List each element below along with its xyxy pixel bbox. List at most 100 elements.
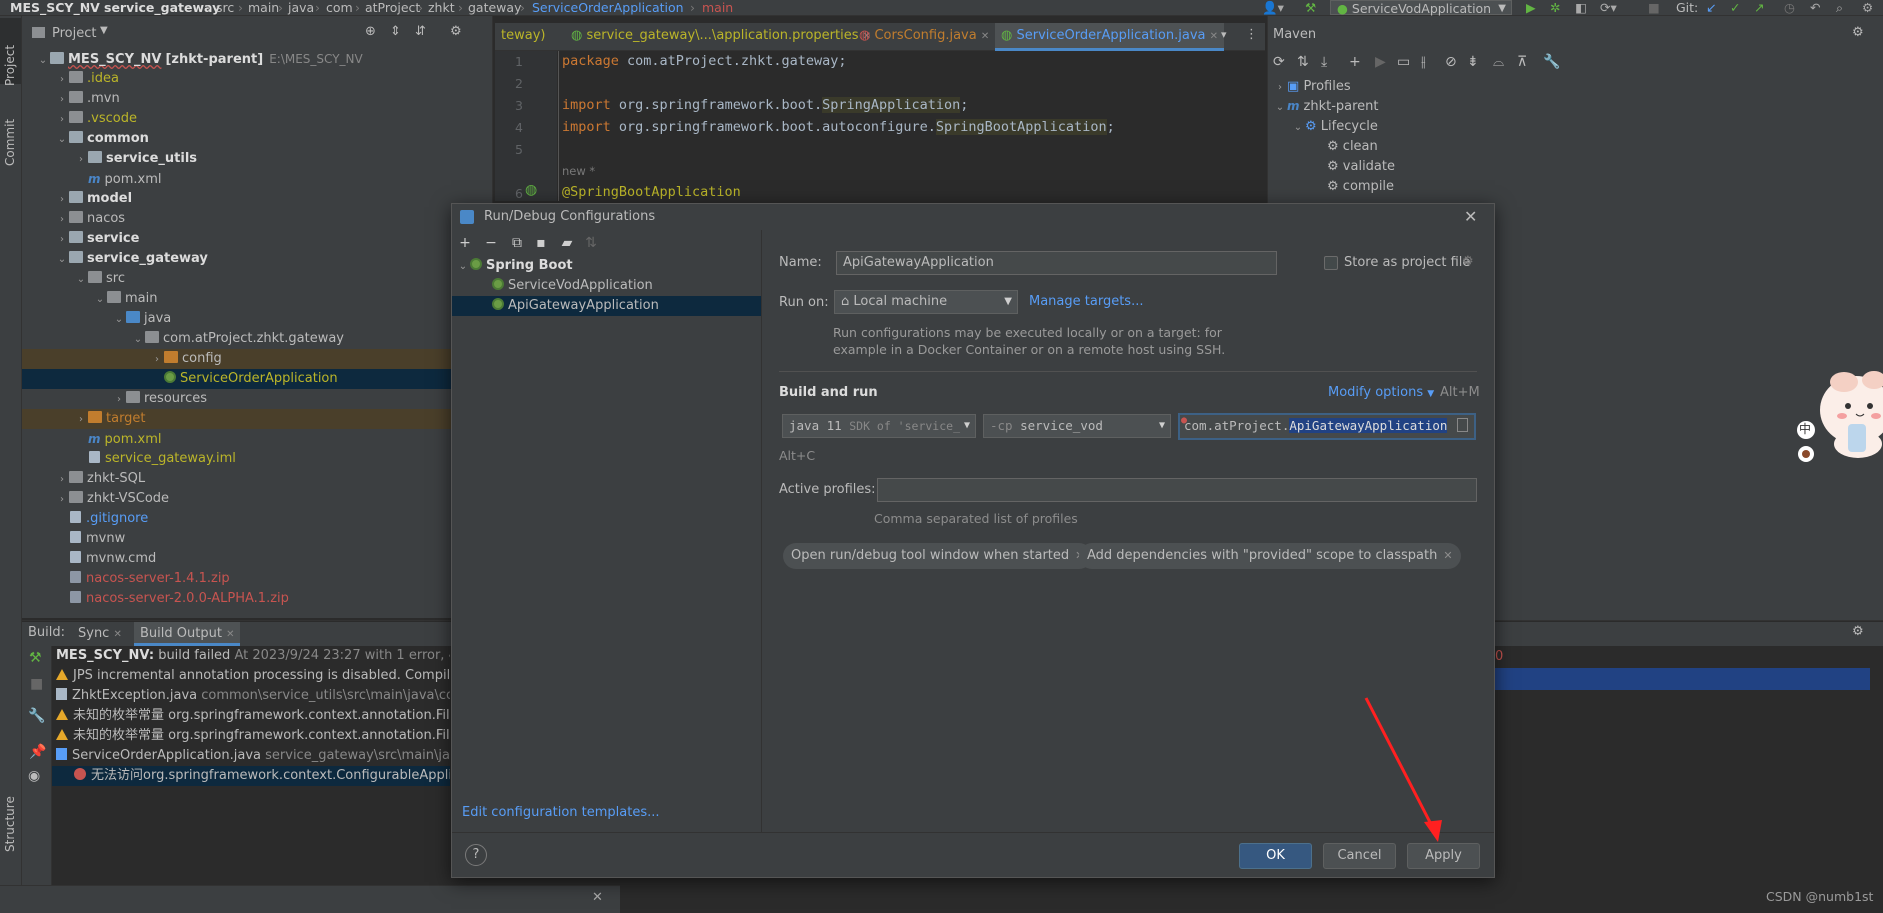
rollback-icon[interactable]: ↶ xyxy=(1810,0,1820,15)
tab-sync[interactable]: Sync ✕ xyxy=(72,622,128,646)
bottom-search-bar[interactable]: ✕ xyxy=(0,885,620,913)
chevron-right-icon[interactable]: › xyxy=(150,350,164,370)
more-icon[interactable]: ⋮ xyxy=(1245,27,1258,42)
tree-item[interactable]: nacos-server-2.0.0-ALPHA.1.zip xyxy=(22,589,471,609)
close-icon[interactable]: ✕ xyxy=(1443,549,1452,562)
tree-item[interactable]: .gitignore xyxy=(22,509,471,529)
modify-options-link[interactable]: Modify options ▼ xyxy=(1328,385,1434,400)
chevron-down-icon[interactable]: ⌄ xyxy=(36,51,50,71)
chevron-right-icon[interactable]: › xyxy=(74,410,88,430)
jdk-select[interactable]: java 11 SDK of 'service_ ▼ xyxy=(782,414,976,438)
store-as-project-checkbox[interactable] xyxy=(1324,256,1338,270)
chevron-right-icon[interactable]: › xyxy=(55,70,69,90)
toggle-offline-icon[interactable]: ⫲ xyxy=(1421,54,1426,70)
chevron-down-icon[interactable]: ⌄ xyxy=(55,130,69,150)
search-icon[interactable]: ⌕ xyxy=(1836,0,1843,15)
run-gutter-icon[interactable]: ◍ xyxy=(525,182,537,198)
tree-item[interactable]: › config xyxy=(22,349,471,369)
pin-icon[interactable]: 📌 xyxy=(29,744,46,760)
git-commit-icon[interactable]: ✓ xyxy=(1730,0,1740,15)
tree-item[interactable]: nacos-server-1.4.1.zip xyxy=(22,569,471,589)
stop-icon[interactable]: ■ xyxy=(1648,0,1660,15)
tree-item[interactable]: mvnw.cmd xyxy=(22,549,471,569)
sort-icon[interactable]: ⇅ xyxy=(582,234,600,252)
git-update-icon[interactable]: ↙ xyxy=(1706,0,1716,15)
tab-build-output[interactable]: Build Output ✕ xyxy=(134,622,241,646)
structure-tool-button[interactable]: Structure xyxy=(3,796,17,852)
tree-item[interactable]: › .vscode xyxy=(22,109,471,129)
tree-item[interactable]: m pom.xml xyxy=(22,169,471,189)
maven-item[interactable]: ⚙ compile xyxy=(1327,179,1394,194)
edit-templates-link[interactable]: Edit configuration templates... xyxy=(462,805,660,820)
project-panel-title[interactable]: Project xyxy=(52,26,96,41)
chevron-right-icon[interactable]: › xyxy=(112,390,126,410)
tab-editor[interactable]: ◍ service_gateway\...\application.proper… xyxy=(565,23,877,51)
tree-item[interactable]: ⌄ common xyxy=(22,129,471,149)
gear-icon[interactable]: ⚙ xyxy=(1462,254,1474,269)
maven-item[interactable]: ⌄ ⚙ Lifecycle xyxy=(1291,119,1378,134)
chevron-down-icon[interactable]: ▼ xyxy=(100,25,108,36)
gear-icon[interactable]: ⚙ xyxy=(1852,25,1864,40)
breadcrumb-item[interactable]: src xyxy=(216,0,234,15)
gear-icon[interactable]: ⚙ xyxy=(450,24,462,39)
folder-icon[interactable]: ▰ xyxy=(558,234,576,252)
chevron-right-icon[interactable]: › xyxy=(55,470,69,490)
tree-item[interactable]: › service xyxy=(22,229,471,249)
config-item[interactable]: ServiceVodApplication xyxy=(492,276,653,296)
chevron-down-icon[interactable]: ⌄ xyxy=(93,290,107,310)
close-icon[interactable]: ✕ xyxy=(1464,204,1477,230)
active-profiles-field[interactable] xyxy=(877,478,1477,502)
tree-item[interactable]: › zhkt-SQL xyxy=(22,469,471,489)
coverage-icon[interactable]: ◧ xyxy=(1575,0,1587,15)
build-row[interactable]: ZhktException.java common\service_utils\… xyxy=(56,686,450,706)
analyze-icon[interactable]: ⌓ xyxy=(1493,54,1504,70)
reload-icon[interactable]: ⟳ xyxy=(1273,54,1285,70)
build-row[interactable]: MES_SCY_NV: build failed At 2023/9/24 23… xyxy=(56,646,450,666)
tree-item[interactable]: ServiceOrderApplication xyxy=(22,369,471,389)
run-on-select[interactable]: ⌂ Local machine ▼ xyxy=(834,290,1018,314)
maven-item[interactable]: ⌄ m zhkt-parent xyxy=(1273,99,1379,114)
skip-tests-icon[interactable]: ⊘ xyxy=(1445,54,1457,70)
config-item-selected[interactable]: ApiGatewayApplication xyxy=(452,296,761,316)
tree-item[interactable]: service_gateway.iml xyxy=(22,449,471,469)
show-deps-icon[interactable]: ⊼ xyxy=(1517,54,1527,70)
breadcrumb-item[interactable]: java xyxy=(288,0,314,15)
build-row[interactable]: JPS incremental annotation processing is… xyxy=(56,666,450,686)
breadcrumb-item[interactable]: main xyxy=(248,0,279,15)
copy-icon[interactable]: ⧉ xyxy=(508,234,526,252)
chevron-right-icon[interactable]: › xyxy=(55,490,69,510)
close-icon[interactable]: ✕ xyxy=(113,629,121,640)
hammer-icon[interactable]: ⚒ xyxy=(1305,0,1316,15)
tree-item[interactable]: › model xyxy=(22,189,471,209)
classpath-select[interactable]: -cp service_vod ▼ xyxy=(983,414,1171,438)
save-icon[interactable]: ▪ xyxy=(532,234,550,252)
tab-editor-active[interactable]: ◍ ServiceOrderApplication.java ✕ xyxy=(995,23,1225,51)
build-row[interactable]: ServiceOrderApplication.java service_gat… xyxy=(56,746,450,766)
breadcrumb-item[interactable]: service_gateway xyxy=(104,0,220,15)
chevron-down-icon[interactable]: ⌄ xyxy=(55,250,69,270)
tree-item[interactable]: ⌄ service_gateway xyxy=(22,249,471,269)
tab-editor[interactable]: ◍ CorsConfig.java ✕ xyxy=(853,23,995,51)
browse-icon[interactable] xyxy=(1457,418,1468,432)
tree-item[interactable]: ⌄ java xyxy=(22,309,471,329)
tree-item[interactable]: › .mvn xyxy=(22,89,471,109)
chevron-right-icon[interactable]: › xyxy=(55,110,69,130)
build-row[interactable]: 未知的枚举常量 org.springframework.context.anno… xyxy=(56,726,450,746)
tree-item[interactable]: › target xyxy=(22,409,471,429)
reimport-icon[interactable]: ⇅ xyxy=(1297,54,1309,70)
tree-item[interactable]: ⌄ MES_SCY_NV [zhkt-parent] E:\MES_SCY_NV xyxy=(22,49,471,69)
breadcrumb-item[interactable]: zhkt xyxy=(428,0,455,15)
tree-item[interactable]: m pom.xml xyxy=(22,429,471,449)
stop-icon[interactable]: ■ xyxy=(30,676,43,692)
main-class-field[interactable]: ● com.atProject.ApiGatewayApplication xyxy=(1178,413,1476,440)
remove-icon[interactable]: − xyxy=(482,234,500,252)
run-config-select[interactable]: ● ServiceVodApplication ▼ xyxy=(1330,0,1512,16)
option-chip[interactable]: Open run/debug tool window when started✕ xyxy=(783,543,1093,569)
chevron-right-icon[interactable]: › xyxy=(55,190,69,210)
breadcrumb-item[interactable]: main xyxy=(702,0,733,15)
commit-tool-button[interactable]: Commit xyxy=(3,119,17,166)
add-icon[interactable]: + xyxy=(456,234,474,252)
eye-icon[interactable]: ◉ xyxy=(28,768,40,784)
config-group-spring-boot[interactable]: ⌄ Spring Boot xyxy=(456,256,573,276)
chevron-down-icon[interactable]: ⌄ xyxy=(112,310,126,330)
